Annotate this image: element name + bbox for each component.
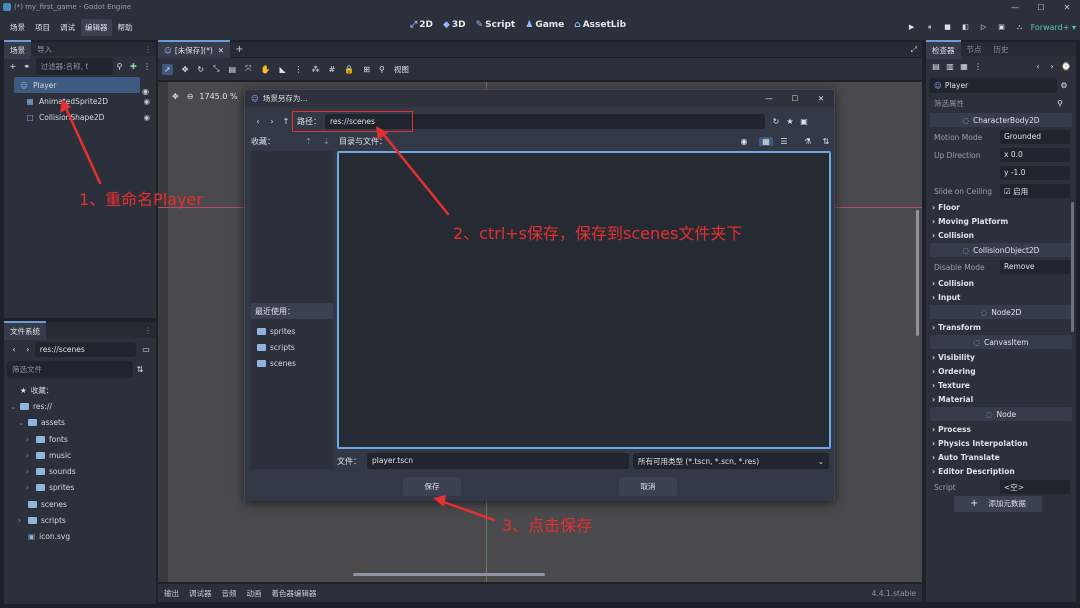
arrow-step2 — [378, 128, 450, 216]
annotation-step3: 3、点击保存 — [502, 516, 593, 535]
arrow-step3 — [436, 498, 496, 522]
annotation-step1: 1、重命名Player — [79, 190, 203, 209]
arrowhead-step1 — [60, 99, 71, 113]
arrow-step1 — [62, 102, 102, 185]
arrowhead-step3 — [433, 495, 446, 507]
annotation-step2: 2、ctrl+s保存，保存到scenes文件夹下 — [453, 224, 743, 243]
